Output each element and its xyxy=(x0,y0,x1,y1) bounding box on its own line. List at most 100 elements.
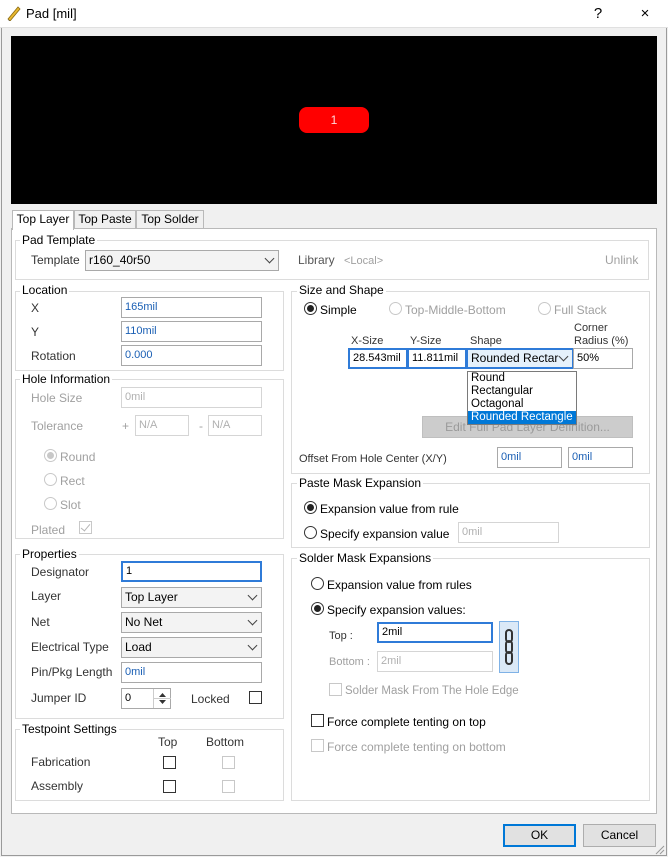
x-field[interactable]: 165mil xyxy=(121,297,262,318)
chain-link-icon xyxy=(505,629,513,665)
corner-header-1: Corner xyxy=(574,322,608,334)
paste-mask-legend: Paste Mask Expansion xyxy=(297,476,424,490)
testpoint-legend: Testpoint Settings xyxy=(20,722,119,736)
plated-checkbox[interactable] xyxy=(79,521,92,534)
tent-bottom-checkbox[interactable] xyxy=(311,739,324,752)
tab-top-layer[interactable]: Top Layer xyxy=(12,210,74,230)
close-button[interactable]: × xyxy=(624,0,666,28)
shape-option-rectangular[interactable]: Rectangular xyxy=(468,385,576,398)
help-button[interactable]: ? xyxy=(577,0,619,28)
layer-label: Layer xyxy=(31,589,62,603)
locked-label: Locked xyxy=(191,692,230,706)
paste-value-field[interactable]: 0mil xyxy=(458,522,559,543)
y-size-header: Y-Size xyxy=(410,335,442,347)
template-label: Template xyxy=(31,253,80,267)
fabrication-bottom-checkbox[interactable] xyxy=(222,756,235,769)
plated-label: Plated xyxy=(31,523,66,537)
chevron-down-icon xyxy=(247,640,258,651)
solder-mask-legend: Solder Mask Expansions xyxy=(297,551,434,565)
location-legend: Location xyxy=(20,283,70,297)
resize-grip-icon[interactable] xyxy=(653,843,665,855)
assembly-top-checkbox[interactable] xyxy=(163,780,176,793)
template-value: r160_40r50 xyxy=(89,253,151,267)
y-size-field[interactable]: 11.811mil xyxy=(407,348,467,369)
tolerance-label: Tolerance xyxy=(31,419,84,433)
tolerance-plus: + xyxy=(122,419,130,433)
net-value: No Net xyxy=(125,615,163,629)
x-size-field[interactable]: 28.543mil xyxy=(348,348,408,369)
fabrication-label: Fabrication xyxy=(31,755,91,769)
chevron-down-icon xyxy=(247,590,258,601)
tab-top-solder[interactable]: Top Solder xyxy=(136,210,204,229)
paste-specify-radio[interactable] xyxy=(304,526,317,539)
tolerance-minus-field[interactable]: N/A xyxy=(208,415,262,436)
window-title: Pad [mil] xyxy=(26,6,77,21)
title-bar: Pad [mil] ? × xyxy=(0,0,668,28)
tab-top-paste[interactable]: Top Paste xyxy=(74,210,136,229)
shape-option-rounded-rectangle[interactable]: Rounded Rectangle xyxy=(468,411,576,424)
tolerance-plus-field[interactable]: N/A xyxy=(135,415,189,436)
electrical-type-combo[interactable]: Load xyxy=(121,637,262,658)
jumper-id-label: Jumper ID xyxy=(31,691,87,705)
layer-combo[interactable]: Top Layer xyxy=(121,587,262,608)
pin-pkg-length-field[interactable]: 0mil xyxy=(121,662,262,683)
paste-from-rule-label: Expansion value from rule xyxy=(320,502,459,516)
full-stack-label: Full Stack xyxy=(554,303,607,317)
link-values-button[interactable] xyxy=(499,621,519,673)
tolerance-minus: - xyxy=(199,419,203,433)
assembly-label: Assembly xyxy=(31,779,84,793)
corner-radius-field[interactable]: 50% xyxy=(573,348,633,369)
solder-mask-group xyxy=(291,558,650,801)
shape-option-round[interactable]: Round xyxy=(468,372,576,385)
tent-top-checkbox[interactable] xyxy=(311,714,324,727)
hole-size-label: Hole Size xyxy=(31,391,83,405)
simple-label: Simple xyxy=(320,303,357,317)
designator-field[interactable]: 1 xyxy=(121,561,262,582)
hole-slot-radio[interactable] xyxy=(44,497,57,510)
spinner-arrows-icon xyxy=(154,693,171,704)
solder-bottom-field[interactable]: 2mil xyxy=(377,651,493,672)
library-label: Library xyxy=(298,253,335,267)
cancel-button[interactable]: Cancel xyxy=(583,824,656,847)
locked-checkbox[interactable] xyxy=(249,691,262,704)
tent-top-label: Force complete tenting on top xyxy=(327,715,486,729)
tmb-label: Top-Middle-Bottom xyxy=(405,303,506,317)
testpoint-bottom-header: Bottom xyxy=(206,735,245,749)
fabrication-top-checkbox[interactable] xyxy=(163,756,176,769)
assembly-bottom-checkbox[interactable] xyxy=(222,780,235,793)
offset-label: Offset From Hole Center (X/Y) xyxy=(299,453,447,465)
template-combo[interactable]: r160_40r50 xyxy=(85,250,279,271)
y-field[interactable]: 110mil xyxy=(121,321,262,342)
rotation-field[interactable]: 0.000 xyxy=(121,345,262,366)
hole-rect-radio[interactable] xyxy=(44,473,57,486)
simple-radio[interactable] xyxy=(304,302,317,315)
chevron-down-icon xyxy=(558,351,569,362)
shape-option-octagonal[interactable]: Octagonal xyxy=(468,398,576,411)
testpoint-top-header: Top xyxy=(158,735,178,749)
pad-dialog-icon xyxy=(7,6,21,21)
ok-button[interactable]: OK xyxy=(503,824,576,847)
tent-bottom-label: Force complete tenting on bottom xyxy=(327,740,506,754)
library-value: <Local> xyxy=(344,255,384,267)
offset-x-field[interactable]: 0mil xyxy=(497,447,562,468)
offset-y-field[interactable]: 0mil xyxy=(568,447,633,468)
tmb-radio[interactable] xyxy=(389,302,402,315)
net-combo[interactable]: No Net xyxy=(121,612,262,633)
hole-size-field[interactable]: 0mil xyxy=(121,387,262,408)
jumper-spinner[interactable] xyxy=(153,689,171,708)
chevron-down-icon xyxy=(264,253,275,264)
unlink-button[interactable]: Unlink xyxy=(605,253,638,267)
solder-specify-label: Specify expansion values: xyxy=(327,603,466,617)
hole-info-legend: Hole Information xyxy=(20,372,113,386)
hole-round-radio[interactable] xyxy=(44,449,57,462)
solder-top-label: Top : xyxy=(329,630,353,642)
solder-from-rules-label: Expansion value from rules xyxy=(327,578,472,592)
shape-combo[interactable]: Rounded Rectar xyxy=(466,348,574,369)
shape-dropdown-list: Round Rectangular Octagonal Rounded Rect… xyxy=(467,371,577,425)
full-stack-radio[interactable] xyxy=(538,302,551,315)
mask-from-hole-checkbox[interactable] xyxy=(329,683,342,696)
solder-from-rules-radio[interactable] xyxy=(311,577,324,590)
solder-specify-radio[interactable] xyxy=(311,602,324,615)
solder-top-field[interactable]: 2mil xyxy=(377,622,493,643)
paste-from-rule-radio[interactable] xyxy=(304,501,317,514)
